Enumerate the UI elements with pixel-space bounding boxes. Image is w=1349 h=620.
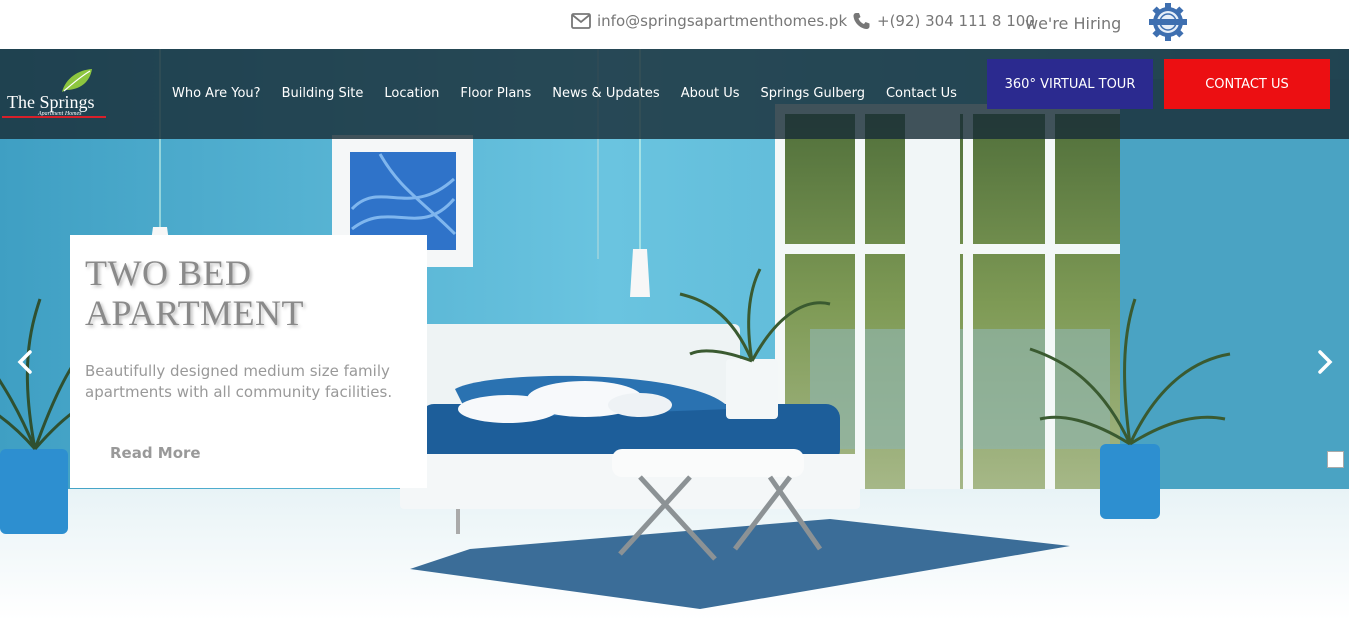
leaf-icon (62, 69, 92, 92)
site-logo[interactable]: The Springs Apartment Homes (0, 59, 110, 119)
slide-caption-card: TWO BED APARTMENT Beautifully designed m… (70, 235, 427, 488)
nav-item-building-site[interactable]: Building Site (282, 86, 364, 101)
virtual-tour-button[interactable]: 360° VIRTUAL TOUR (987, 59, 1153, 109)
slide-indicator[interactable] (1327, 451, 1344, 468)
contact-us-button[interactable]: CONTACT US (1164, 59, 1330, 109)
slide-title: TWO BED APARTMENT (85, 253, 305, 333)
chevron-right-icon[interactable] (1312, 349, 1336, 375)
top-phone-text: +(92) 304 111 8 100 (877, 12, 1035, 30)
envelope-icon (571, 13, 591, 29)
nav-menu: Who Are You? Building Site Location Floo… (172, 86, 978, 101)
chevron-left-icon[interactable] (14, 349, 38, 375)
hiring-text: we're Hiring (1025, 14, 1122, 33)
logo-name: The Springs (7, 92, 95, 112)
hiring-gear-badge-icon[interactable] (1147, 3, 1189, 41)
nav-item-news-updates[interactable]: News & Updates (552, 86, 659, 101)
top-phone-link[interactable]: +(92) 304 111 8 100 (852, 12, 1035, 30)
logo-underline (2, 116, 106, 118)
nav-item-who-are-you[interactable]: Who Are You? (172, 86, 261, 101)
nav-item-location[interactable]: Location (384, 86, 439, 101)
nav-item-springs-gulberg[interactable]: Springs Gulberg (761, 86, 865, 101)
hiring-link[interactable]: we're Hiring (1025, 14, 1121, 33)
top-email-link[interactable]: info@springsapartmenthomes.pk (571, 12, 847, 30)
top-email-text: info@springsapartmenthomes.pk (597, 12, 848, 30)
slide-description: Beautifully designed medium size family … (85, 362, 393, 401)
nav-item-about-us[interactable]: About Us (681, 86, 740, 101)
top-bar: info@springsapartmenthomes.pk +(92) 304 … (0, 0, 1349, 49)
read-more-link[interactable]: Read More (110, 444, 201, 462)
nav-item-contact-us[interactable]: Contact Us (886, 86, 957, 101)
nav-item-floor-plans[interactable]: Floor Plans (460, 86, 531, 101)
phone-icon (853, 13, 870, 29)
